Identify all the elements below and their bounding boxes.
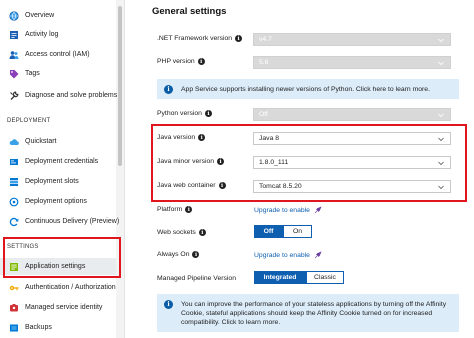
- sidebar: Overview Activity log Access control (IA…: [0, 0, 125, 338]
- pipeline-classic-button[interactable]: Classic: [306, 271, 344, 284]
- page-title: General settings: [152, 6, 227, 17]
- info-icon[interactable]: i: [235, 35, 243, 42]
- sidebar-item-label: Quickstart: [25, 138, 57, 145]
- backup-icon: [9, 323, 19, 333]
- sidebar-item-backups[interactable]: Backups: [0, 319, 116, 336]
- info-icon[interactable]: i: [185, 206, 193, 213]
- sidebar-scrollbar-thumb[interactable]: [118, 6, 122, 166]
- wrench-icon: [9, 91, 19, 101]
- web-sockets-toggle: Off On: [254, 225, 312, 238]
- sidebar-item-label: Diagnose and solve problems: [25, 92, 118, 99]
- tag-icon: [9, 69, 19, 79]
- sidebar-item-diagnose[interactable]: Diagnose and solve problems: [0, 87, 118, 104]
- platform-upgrade-link[interactable]: Upgrade to enable: [254, 206, 322, 214]
- sidebar-item-overview[interactable]: Overview: [0, 7, 116, 24]
- options-icon: [9, 197, 19, 207]
- globe-icon: [9, 10, 19, 21]
- affinity-banner-text: You can improve the performance of your …: [181, 300, 447, 326]
- sidebar-item-access-control[interactable]: Access control (IAM): [0, 46, 116, 63]
- settings-highlight-box: [3, 237, 121, 278]
- sidebar-item-label: Tags: [25, 70, 40, 77]
- python-value: Off: [259, 111, 268, 118]
- php-label: PHP version i: [157, 58, 205, 65]
- sidebar-item-label: Authentication / Authorization: [25, 284, 116, 291]
- key-icon: [9, 283, 19, 293]
- sidebar-item-label: Access control (IAM): [25, 51, 90, 58]
- python-select[interactable]: Off: [253, 108, 451, 121]
- pipeline-toggle: Integrated Classic: [254, 271, 344, 284]
- platform-label: Platform i: [157, 206, 193, 213]
- python-label-text: Python version: [157, 110, 202, 117]
- info-icon[interactable]: i: [197, 58, 205, 65]
- always-on-label: Always On i: [157, 251, 200, 258]
- cycle-icon: [9, 217, 19, 227]
- rocket-icon: [314, 206, 322, 214]
- sidebar-item-label: Deployment slots: [25, 178, 79, 185]
- sidebar-item-label: Deployment credentials: [25, 158, 99, 165]
- sidebar-item-tags[interactable]: Tags: [0, 65, 116, 82]
- info-icon: i: [164, 84, 173, 94]
- sidebar-item-label: Overview: [25, 12, 55, 19]
- net-framework-value: v4.7: [259, 36, 272, 43]
- rocket-icon: [314, 251, 322, 259]
- chevron-down-icon: [438, 38, 444, 43]
- python-info-banner[interactable]: i App Service supports installing newer …: [157, 79, 459, 99]
- sidebar-item-label: Activity log: [25, 31, 59, 38]
- always-on-upgrade-text: Upgrade to enable: [254, 251, 310, 259]
- section-title-deployment: DEPLOYMENT: [7, 118, 51, 124]
- sidebar-item-authentication[interactable]: Authentication / Authorization: [0, 279, 116, 296]
- sidebar-item-managed-service-identity[interactable]: Managed service identity: [0, 299, 116, 316]
- activity-log-icon: [9, 30, 19, 40]
- credentials-icon: [9, 157, 19, 167]
- cloud-icon: [9, 137, 19, 147]
- web-sockets-label-text: Web sockets: [157, 229, 196, 236]
- chevron-down-icon: [438, 113, 444, 118]
- sidebar-item-quickstart[interactable]: Quickstart: [0, 133, 116, 150]
- sidebar-item-deployment-options[interactable]: Deployment options: [0, 193, 116, 210]
- info-icon: i: [164, 300, 173, 309]
- net-framework-label: .NET Framework version i: [157, 35, 243, 42]
- info-icon[interactable]: i: [204, 110, 212, 117]
- always-on-upgrade-link[interactable]: Upgrade to enable: [254, 251, 322, 259]
- sidebar-item-label: Managed service identity: [25, 304, 103, 311]
- php-value: 5.6: [259, 59, 269, 66]
- sidebar-item-deployment-credentials[interactable]: Deployment credentials: [0, 153, 116, 170]
- web-sockets-label: Web sockets i: [157, 229, 206, 236]
- sidebar-item-deployment-slots[interactable]: Deployment slots: [0, 173, 116, 190]
- web-sockets-on-button[interactable]: On: [283, 225, 312, 238]
- python-label: Python version i: [157, 110, 212, 117]
- python-banner-text: App Service supports installing newer ve…: [181, 85, 430, 93]
- affinity-info-banner[interactable]: i You can improve the performance of you…: [157, 294, 459, 332]
- platform-label-text: Platform: [157, 206, 183, 213]
- info-icon[interactable]: i: [198, 229, 206, 236]
- sidebar-item-label: Continuous Delivery (Preview): [25, 218, 120, 225]
- sidebar-item-label: Backups: [25, 324, 52, 331]
- sidebar-item-label: Deployment options: [25, 198, 87, 205]
- slots-icon: [9, 177, 19, 187]
- pipeline-label-text: Managed Pipeline Version: [157, 275, 236, 282]
- net-framework-label-text: .NET Framework version: [157, 35, 233, 42]
- platform-upgrade-text: Upgrade to enable: [254, 206, 310, 214]
- php-select[interactable]: 5.6: [253, 56, 451, 69]
- php-label-text: PHP version: [157, 58, 195, 65]
- net-framework-select[interactable]: v4.7: [253, 33, 451, 46]
- java-highlight-box: [151, 124, 467, 202]
- people-icon: [9, 50, 19, 60]
- sidebar-item-continuous-delivery[interactable]: Continuous Delivery (Preview): [0, 213, 120, 230]
- web-sockets-off-button[interactable]: Off: [254, 225, 283, 238]
- sidebar-item-activity-log[interactable]: Activity log: [0, 26, 116, 43]
- pipeline-integrated-button[interactable]: Integrated: [254, 271, 306, 284]
- info-icon[interactable]: i: [192, 251, 200, 258]
- pipeline-label: Managed Pipeline Version: [157, 275, 236, 282]
- identity-icon: [9, 303, 19, 313]
- always-on-label-text: Always On: [157, 251, 190, 258]
- chevron-down-icon: [438, 61, 444, 66]
